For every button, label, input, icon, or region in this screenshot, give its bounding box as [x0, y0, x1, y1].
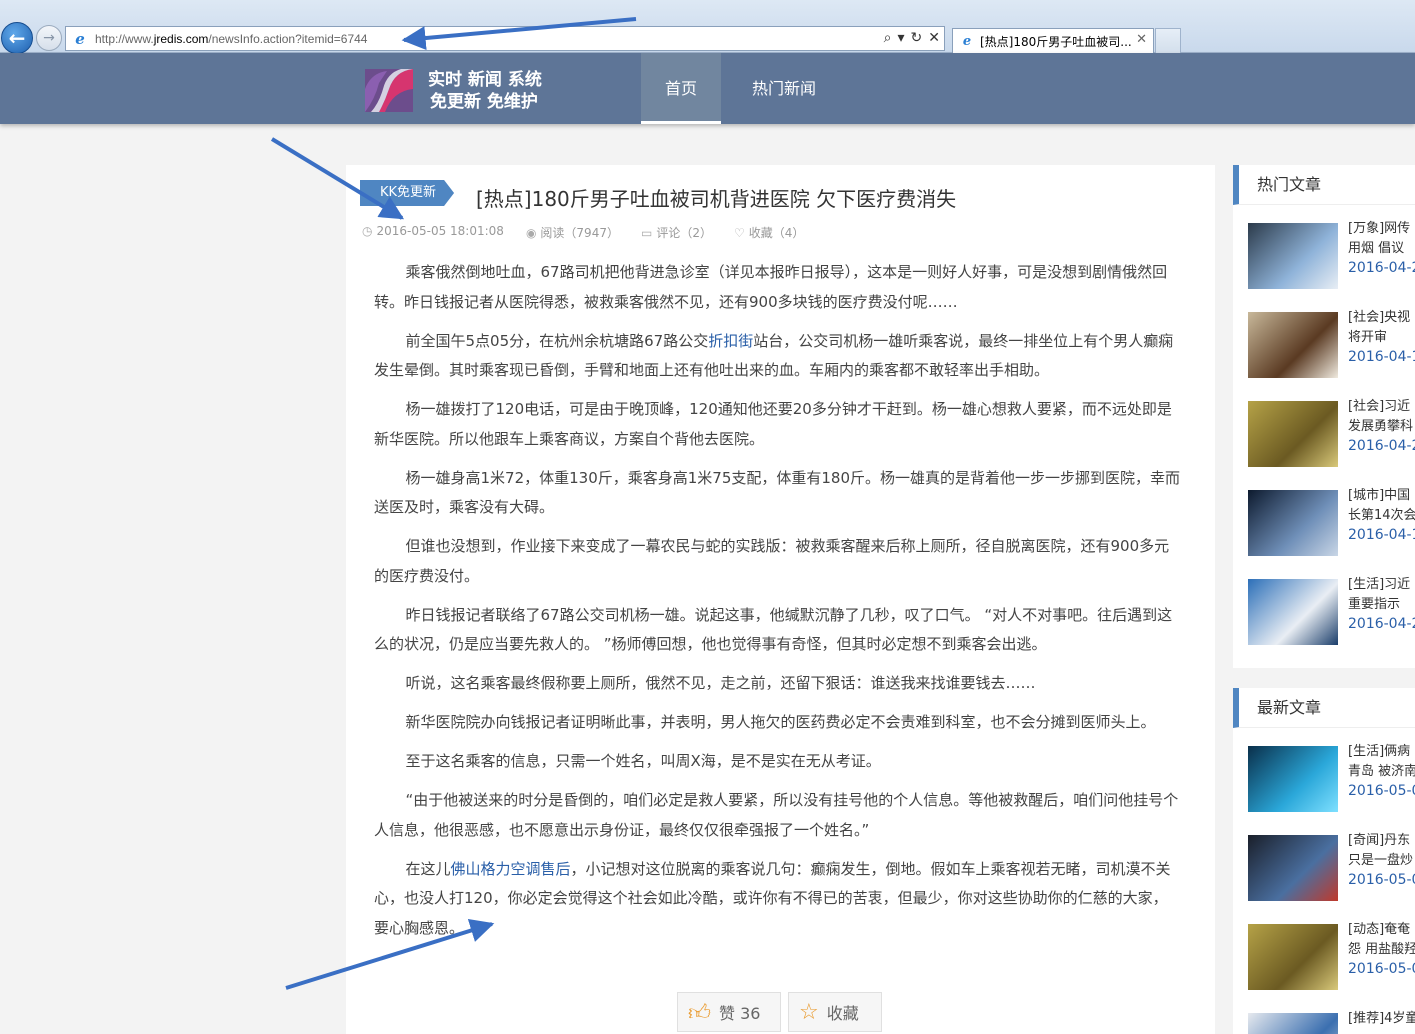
article-thumbnail[interactable] — [1248, 312, 1338, 378]
url-text[interactable]: http://www.jredis.com/newsInfo.action?it… — [95, 32, 367, 46]
tab-title: [热点]180斤男子吐血被司... — [980, 34, 1132, 49]
paragraph: 但谁也没想到，作业接下来变成了一幕农民与蛇的实践版：被救乘客醒来后称上厕所，径自… — [374, 537, 1170, 585]
sidebar-article-date: 2016-05-0 — [1348, 872, 1415, 888]
article-thumbnail[interactable] — [1248, 401, 1338, 467]
latest-articles-title: 最新文章 — [1233, 688, 1415, 728]
inline-link[interactable]: 佛山格力空调售后 — [451, 860, 571, 878]
favorite-button[interactable]: ☆ 收藏 — [788, 992, 882, 1032]
sidebar-article-title[interactable]: [推荐]4岁童 — [1348, 1009, 1415, 1029]
paragraph: 杨一雄身高1米72，体重130斤，乘客身高1米75支配，体重有180斤。杨一雄真… — [374, 468, 1181, 517]
article-date: 2016-05-05 18:01:08 — [376, 224, 504, 238]
category-badge[interactable]: KK免更新 — [360, 180, 454, 206]
dropdown-icon[interactable]: ▾ — [898, 30, 905, 46]
paragraph: 听说，这名乘客最终假称要上厕所，俄然不见，走之前，还留下狠话：谁送我来找谁要钱去… — [405, 674, 1036, 692]
inline-link[interactable]: 折扣街 — [708, 332, 753, 350]
article-thumbnail[interactable] — [1248, 835, 1338, 901]
hot-articles-title: 热门文章 — [1233, 165, 1415, 205]
article-thumbnail[interactable] — [1248, 223, 1338, 289]
article-thumbnail[interactable] — [1248, 1013, 1338, 1034]
site-logo-icon[interactable] — [365, 69, 413, 112]
sidebar-article-title[interactable]: [生活]俩病 青岛 被济南 — [1348, 742, 1415, 782]
paragraph: 乘客俄然倒地吐血，67路司机把他背进急诊室（详见本报昨日报导），这本是一则好人好… — [374, 263, 1168, 311]
sidebar-article-title[interactable]: [生活]习近 重要指示 — [1348, 575, 1415, 615]
search-icon[interactable]: ⌕ — [884, 30, 892, 46]
back-arrow-icon[interactable]: ← — [1, 22, 33, 54]
ie-page-icon: e — [75, 29, 85, 48]
new-tab-button[interactable] — [1155, 28, 1181, 53]
hot-article-item[interactable]: [生活]习近 重要指示 2016-04-2 — [1248, 577, 1415, 645]
sidebar-article-title[interactable]: [奇闻]丹东 只是一盘炒 — [1348, 831, 1415, 871]
article-body: 乘客俄然倒地吐血，67路司机把他背进急诊室（详见本报昨日报导），这本是一则好人好… — [374, 258, 1182, 953]
site-header: 实时 新闻 系统 免更新 免维护 首页 热门新闻 — [0, 53, 1415, 124]
hot-article-item[interactable]: [万象]网传 用烟 倡议 2016-04-2 — [1248, 221, 1415, 289]
close-tab-icon[interactable]: ✕ — [1136, 32, 1147, 47]
latest-article-item[interactable]: [生活]俩病 青岛 被济南 2016-05-0 — [1248, 744, 1415, 812]
paragraph: 前全国午5点05分，在杭州余杭塘路67路公交折扣街站台，公交司机杨一雄听乘客说，… — [374, 331, 1174, 380]
article-title: [热点]180斤男子吐血被司机背进医院 欠下医疗费消失 — [476, 187, 957, 211]
article-thumbnail[interactable] — [1248, 746, 1338, 812]
site-slogan: 实时 新闻 系统 免更新 免维护 — [428, 70, 542, 112]
hot-article-item[interactable]: [城市]中国 长第14次会 2016-04-1 — [1248, 488, 1415, 556]
comment-icon: ▭ — [640, 226, 653, 240]
nav-hot-news[interactable]: 热门新闻 — [738, 53, 830, 124]
sidebar-article-date: 2016-04-1 — [1348, 527, 1415, 543]
forward-arrow-icon[interactable]: → — [36, 25, 62, 51]
sidebar-article-date: 2016-04-1 — [1348, 349, 1415, 365]
comment-count[interactable]: 评论（2） — [656, 226, 712, 240]
paragraph: 杨一雄拨打了120电话，可是由于晚顶峰，120通知他还要20多分钟才干赶到。杨一… — [374, 400, 1172, 448]
sidebar-article-date: 2016-04-2 — [1348, 438, 1415, 454]
eye-icon: ◉ — [525, 226, 537, 240]
article-thumbnail[interactable] — [1248, 579, 1338, 645]
sidebar-article-title[interactable]: [万象]网传 用烟 倡议 — [1348, 219, 1415, 259]
sidebar-article-title[interactable]: [动态]奄奄怨 用盐酸羟 — [1348, 920, 1415, 960]
read-count: 阅读（7947） — [540, 226, 619, 240]
star-icon: ☆ — [799, 999, 819, 1025]
nav-home[interactable]: 首页 — [641, 53, 721, 124]
paragraph: 至于这名乘客的信息，只需一个姓名，叫周X海，是不是实在无从考证。 — [405, 752, 881, 770]
latest-article-item[interactable]: [奇闻]丹东 只是一盘炒 2016-05-0 — [1248, 833, 1415, 901]
sidebar-article-date: 2016-04-2 — [1348, 260, 1415, 276]
stop-icon[interactable]: ✕ — [928, 30, 940, 46]
paragraph: 新华医院院办向钱报记者证明晰此事，并表明，男人拖欠的医药费必定不会责难到科室，也… — [405, 713, 1156, 731]
sidebar-article-date: 2016-05-0 — [1348, 783, 1415, 799]
latest-article-item[interactable]: [推荐]4岁童 — [1248, 1011, 1415, 1034]
sidebar-article-title[interactable]: [社会]央视 将开审 — [1348, 308, 1415, 348]
ie-tab-icon: e — [962, 33, 972, 49]
paragraph: 昨日钱报记者联络了67路公交司机杨一雄。说起这事，他缄默沉静了几秒，叹了口气。 … — [374, 605, 1173, 654]
sidebar-article-title[interactable]: [城市]中国 长第14次会 — [1348, 486, 1415, 526]
sidebar-article-date: 2016-04-2 — [1348, 616, 1415, 632]
heart-icon: ♡ — [733, 226, 745, 240]
thumbs-up-icon: 👍︎ — [688, 1000, 711, 1026]
sidebar-article-title[interactable]: [社会]习近 发展勇攀科 — [1348, 397, 1415, 437]
browser-tab[interactable]: e [热点]180斤男子吐血被司... ✕ — [952, 28, 1154, 53]
article-meta: ◷ 2016-05-05 18:01:08 ◉ 阅读（7947） ▭ 评论（2） ♡ 收… — [362, 224, 804, 241]
paragraph: 在这儿佛山格力空调售后，小记想对这位脱离的乘客说几句：癫痫发生，倒地。假如车上乘… — [374, 859, 1171, 937]
address-bar[interactable]: e http://www.jredis.com/newsInfo.action?… — [65, 26, 945, 51]
hot-article-item[interactable]: [社会]央视 将开审 2016-04-1 — [1248, 310, 1415, 378]
refresh-icon[interactable]: ↻ — [911, 30, 923, 46]
latest-article-item[interactable]: [动态]奄奄怨 用盐酸羟 2016-05-0 — [1248, 922, 1415, 990]
browser-chrome: ← → e http://www.jredis.com/newsInfo.act… — [0, 0, 1415, 54]
clock-icon: ◷ — [362, 224, 373, 238]
paragraph: “由于他被送来的时分是昏倒的，咱们必定是救人要紧，所以没有挂号他的个人信息。等他… — [374, 791, 1179, 839]
like-button[interactable]: 👍︎ 赞 36 — [677, 992, 781, 1032]
article-thumbnail[interactable] — [1248, 490, 1338, 556]
hot-article-item[interactable]: [社会]习近 发展勇攀科 2016-04-2 — [1248, 399, 1415, 467]
sidebar-article-date: 2016-05-0 — [1348, 961, 1415, 977]
article-thumbnail[interactable] — [1248, 924, 1338, 990]
favorite-count[interactable]: 收藏（4） — [749, 226, 805, 240]
